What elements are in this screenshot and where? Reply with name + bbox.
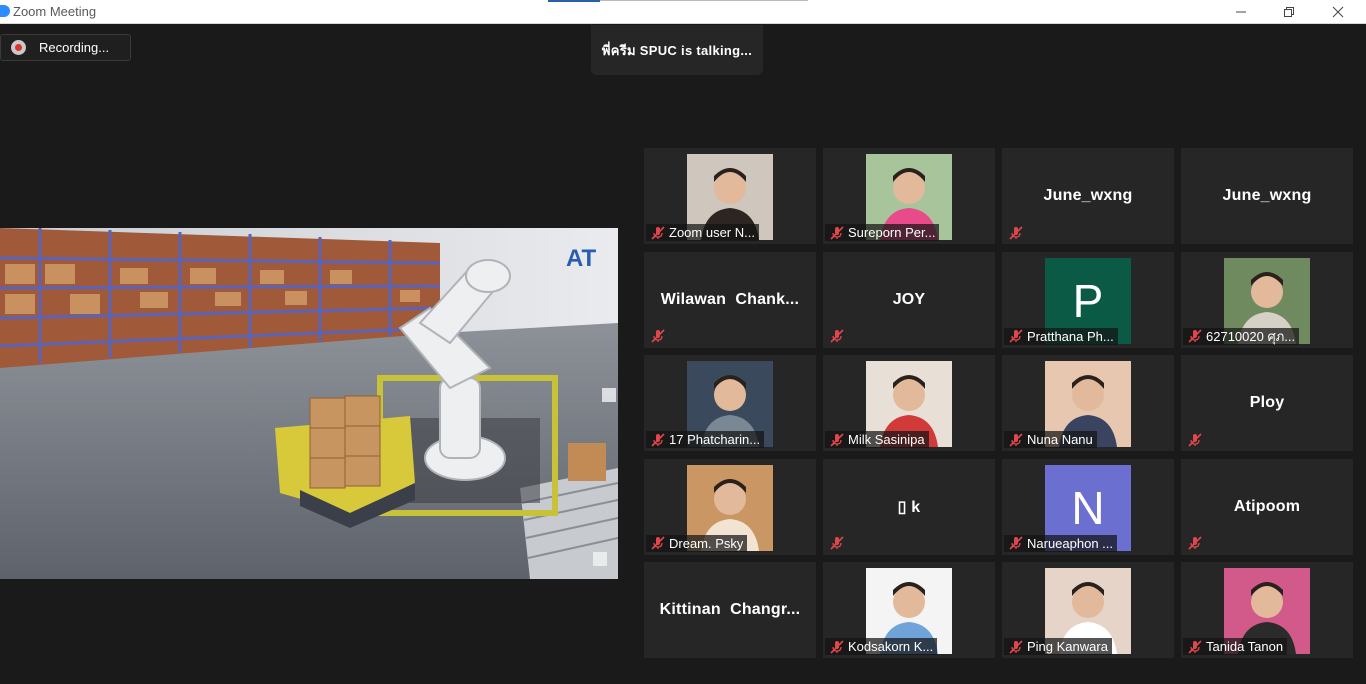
participant-tile[interactable]: Kittinan Changr... [644, 562, 816, 658]
muted-mic-icon [651, 225, 665, 240]
minimize-icon [1236, 11, 1246, 13]
muted-mic-icon [1009, 329, 1023, 343]
participant-gallery: Zoom user N... Sureporn Per... June_wxng Ju… [644, 148, 1353, 660]
participant-tile[interactable]: Kodsakorn K... [823, 562, 995, 658]
meeting-stage: Recording... พี่ครีม SPUC is talking... [0, 25, 1366, 684]
recording-icon [11, 40, 26, 55]
participant-name: Narueaphon ... [1027, 535, 1114, 551]
participant-tile[interactable]: Milk Sasinipa [823, 355, 995, 451]
zoom-app-icon [0, 5, 10, 17]
participant-tile[interactable]: Zoom user N... [644, 148, 816, 244]
participant-name-tag: Narueaphon ... [1004, 534, 1118, 552]
participant-name-tag: Tanida Tanon [1183, 638, 1288, 655]
muted-mic-icon [830, 225, 844, 240]
warehouse-robot-scene: AT [0, 228, 618, 579]
muted-mic-icon [830, 639, 844, 654]
recording-label: Recording... [39, 40, 110, 55]
participant-tile[interactable]: Sureporn Per... [823, 148, 995, 244]
participant-tile[interactable]: Nuna Nanu [1002, 355, 1174, 451]
svg-text:AT: AT [566, 245, 597, 272]
participant-name: June_wxng [1222, 187, 1312, 204]
shared-screen-video[interactable]: AT [0, 228, 618, 579]
participant-tile[interactable]: Ploy [1181, 355, 1353, 451]
participant-mic-status [825, 328, 852, 345]
minimize-button[interactable] [1218, 0, 1264, 24]
participant-name-tag: 17 Phatcharin... [646, 431, 765, 448]
muted-mic-icon [1009, 225, 1023, 240]
participant-name-tag: Ping Kanwara [1004, 638, 1112, 655]
muted-mic-icon [1188, 432, 1202, 447]
window-title: Zoom Meeting [13, 4, 97, 19]
muted-mic-icon [1188, 329, 1202, 343]
participant-name: Tanida Tanon [1206, 639, 1284, 654]
participant-name-tag: Milk Sasinipa [825, 431, 929, 448]
muted-mic-icon [1009, 432, 1023, 447]
close-icon [1332, 6, 1344, 18]
muted-mic-icon [830, 536, 844, 550]
at-logo: AT [566, 245, 597, 272]
participant-name: 17 Phatcharin... [669, 432, 761, 447]
participant-name: Dream. Psky [669, 535, 744, 551]
active-speaker-banner: พี่ครีม SPUC is talking... [591, 25, 763, 75]
participant-name: Kodsakorn K... [848, 639, 934, 654]
participant-mic-status [1183, 431, 1210, 448]
participant-mic-status [1183, 535, 1210, 552]
recording-indicator[interactable]: Recording... [0, 34, 131, 61]
muted-mic-icon [830, 329, 844, 343]
participant-tile[interactable]: Atipoom [1181, 458, 1353, 555]
participant-tile[interactable]: Wilawan Chank... [644, 251, 816, 348]
title-bar-divider [600, 0, 808, 1]
participant-tile[interactable]: N Narueaphon ... [1002, 458, 1174, 555]
participant-name-tag: 62710020 ศุภ... [1183, 327, 1300, 345]
participant-tile[interactable]: Ping Kanwara [1002, 562, 1174, 658]
participant-name: 62710020 ศุภ... [1206, 328, 1296, 344]
participant-name-tag: Sureporn Per... [825, 224, 940, 241]
participant-tile[interactable]: June_wxng [1181, 148, 1353, 244]
participant-tile[interactable]: Tanida Tanon [1181, 562, 1353, 658]
participant-name-tag: Pratthana Ph... [1004, 327, 1118, 345]
restore-button[interactable] [1266, 0, 1312, 24]
participant-mic-status [646, 328, 673, 345]
muted-mic-icon [1009, 536, 1023, 550]
participant-name: Nuna Nanu [1027, 432, 1093, 447]
muted-mic-icon [651, 329, 665, 343]
participant-tile[interactable]: ▯ k [823, 458, 995, 555]
participant-tile[interactable]: P Pratthana Ph... [1002, 251, 1174, 348]
muted-mic-icon [651, 432, 665, 447]
muted-mic-icon [1188, 536, 1202, 550]
participant-name-tag: Zoom user N... [646, 224, 759, 241]
muted-mic-icon [651, 536, 665, 550]
participant-tile[interactable]: 62710020 ศุภ... [1181, 251, 1353, 348]
close-button[interactable] [1315, 0, 1361, 24]
title-bar-accent [548, 0, 600, 2]
participant-tile[interactable]: JOY [823, 251, 995, 348]
participant-tile[interactable]: June_wxng [1002, 148, 1174, 244]
participant-name: Zoom user N... [669, 225, 755, 240]
participant-name-tag: Dream. Psky [646, 534, 748, 552]
muted-mic-icon [830, 432, 844, 447]
participant-name: Milk Sasinipa [848, 432, 925, 447]
participant-mic-status [1004, 224, 1031, 241]
participant-name: Ping Kanwara [1027, 639, 1108, 654]
participant-name: Kittinan Changr... [659, 601, 801, 618]
participant-tile[interactable]: 17 Phatcharin... [644, 355, 816, 451]
participant-name: Pratthana Ph... [1027, 328, 1114, 344]
title-bar: Zoom Meeting [0, 0, 1366, 24]
participant-tile[interactable]: Dream. Psky [644, 458, 816, 555]
participant-mic-status [825, 535, 852, 552]
muted-mic-icon [1009, 639, 1023, 654]
participant-name: Sureporn Per... [848, 225, 936, 240]
restore-icon [1284, 7, 1294, 17]
participant-name-tag: Kodsakorn K... [825, 638, 938, 655]
muted-mic-icon [1188, 639, 1202, 654]
participant-name-tag: Nuna Nanu [1004, 431, 1097, 448]
